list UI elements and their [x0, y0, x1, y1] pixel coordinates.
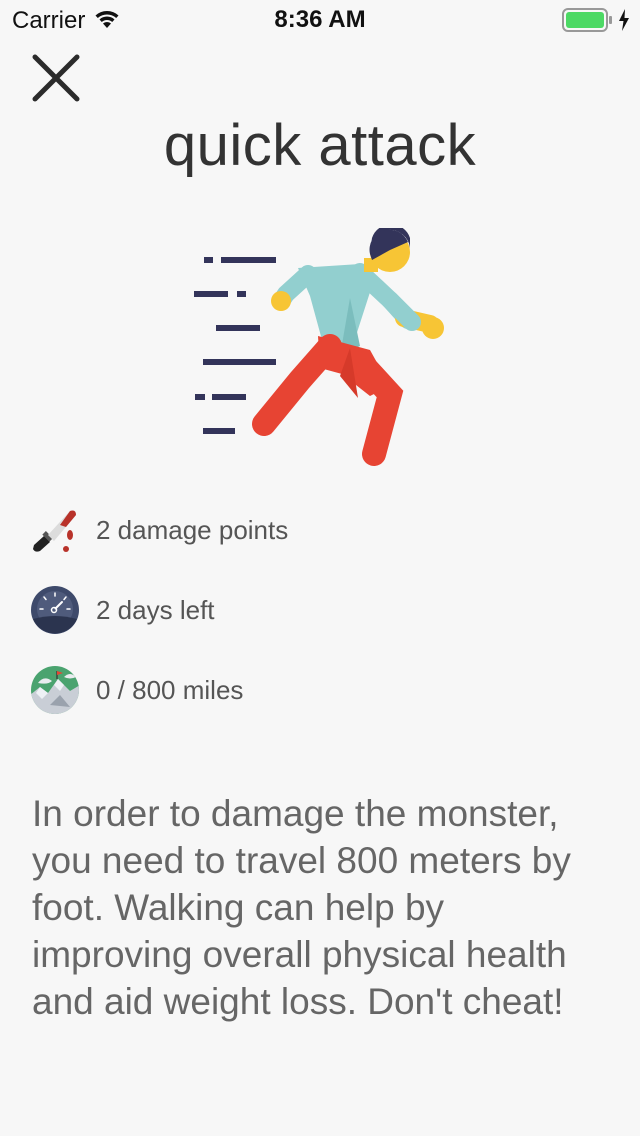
description-text: In order to damage the monster, you need…	[32, 793, 571, 1022]
running-person-icon	[194, 224, 444, 466]
stat-days-left: 2 days left	[30, 582, 610, 638]
stats-list: 2 damage points 2 days left 0 / 800 mile…	[30, 502, 610, 742]
timer-icon	[30, 585, 80, 635]
stat-label: 0 / 800 miles	[96, 674, 244, 705]
status-time: 8:36 AM	[274, 6, 366, 33]
stat-damage-points: 2 damage points	[30, 502, 610, 558]
running-person-illustration	[190, 224, 460, 468]
stat-miles: 0 / 800 miles	[30, 662, 610, 718]
battery-icon	[562, 8, 614, 37]
page-title: quick attack	[163, 113, 477, 178]
battery-indicator	[562, 8, 630, 37]
stat-label: 2 days left	[96, 594, 215, 625]
close-icon	[30, 52, 82, 109]
status-bar: Carrier 8:36 AM	[0, 0, 640, 40]
stat-label: 2 damage points	[96, 514, 289, 545]
knife-icon	[30, 505, 80, 555]
mountain-icon	[30, 665, 80, 715]
close-button[interactable]	[28, 52, 84, 108]
charging-bolt-icon	[618, 9, 630, 36]
